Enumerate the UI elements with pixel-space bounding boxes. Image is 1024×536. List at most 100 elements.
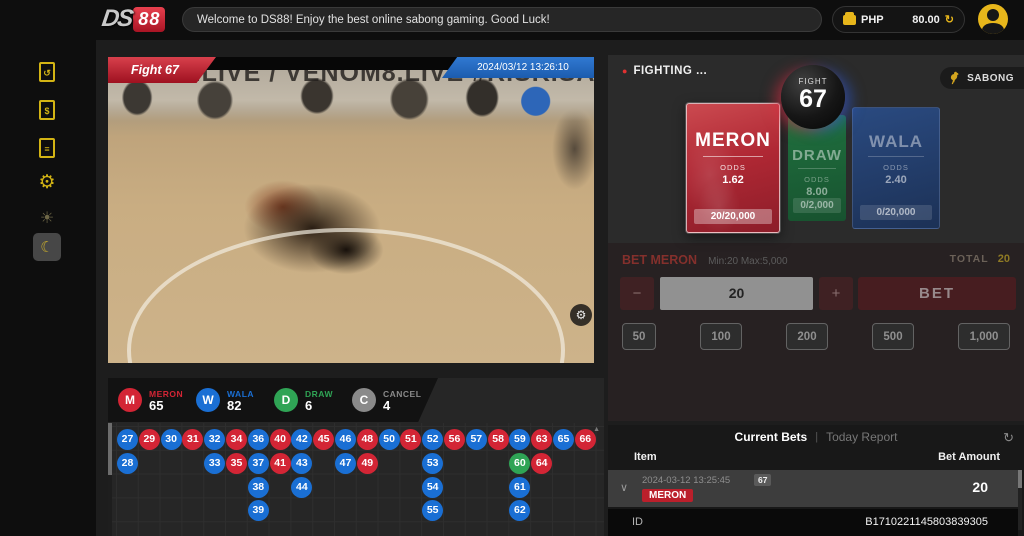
ds88-logo[interactable]: DS 88 — [102, 5, 165, 33]
cancel-count-icon: C — [352, 388, 376, 412]
bet-side-badge: MERON — [642, 489, 693, 502]
results-summary: M MERON 65 W WALA 82 D DRAW 6 C CANCEL 4 — [108, 378, 438, 422]
result-dot-41: 41 — [270, 453, 291, 474]
result-dot-61: 61 — [509, 477, 530, 498]
tab-current-bets[interactable]: Current Bets — [735, 430, 808, 444]
result-dot-38: 38 — [248, 477, 269, 498]
announcement-text: Welcome to DS88! Enjoy the best online s… — [197, 14, 550, 26]
bet-history-icon[interactable]: ↺ — [33, 58, 61, 86]
result-dot-50: 50 — [379, 429, 400, 450]
result-dot-62: 62 — [509, 500, 530, 521]
tab-divider: | — [815, 431, 818, 443]
bets-scrollbar[interactable] — [1018, 470, 1022, 530]
wala-pool: 0/20,000 — [860, 205, 932, 220]
light-theme-icon[interactable]: ☀ — [33, 204, 61, 232]
result-dot-37: 37 — [248, 453, 269, 474]
gear-glyph: ⚙ — [38, 171, 55, 194]
draw-count-value: 6 — [305, 400, 333, 411]
draw-bet-card[interactable]: DRAW ODDS 8.00 0/2,000 — [788, 115, 846, 221]
live-video-player[interactable]: UCUP4.LIVE / VENOM8.LIVE #RISKISAN Fight… — [108, 57, 594, 363]
result-dot-59: 59 — [509, 429, 530, 450]
fight-status: ● FIGHTING ... — [622, 65, 707, 77]
decrease-stake-button[interactable]: − — [620, 277, 654, 310]
bets-refresh-icon[interactable]: ↻ — [1003, 430, 1014, 446]
wala-bet-card[interactable]: WALA ODDS 2.40 0/20,000 — [852, 107, 940, 229]
results-grid: 2728293031323334353637383940414243444546… — [108, 423, 604, 536]
left-sidebar: ↺ $ ≡ ⚙ ☀ ☾ — [0, 40, 96, 536]
result-summary-3: C CANCEL 4 — [352, 388, 430, 412]
bet-controls: BET MERON Min:20 Max:5,000 TOTAL 20 − 20… — [608, 243, 1024, 421]
quick-bet-50[interactable]: 50 — [622, 323, 656, 350]
result-dot-58: 58 — [488, 429, 509, 450]
status-text: FIGHTING ... — [633, 65, 707, 77]
column-bet-amount: Bet Amount — [938, 451, 1000, 463]
wallet-icon — [843, 15, 856, 25]
game-rules-icon[interactable]: ≡ — [33, 134, 61, 162]
result-dot-39: 39 — [248, 500, 269, 521]
transaction-record-icon[interactable]: $ — [33, 96, 61, 124]
dark-theme-icon[interactable]: ☾ — [33, 233, 61, 261]
tab-today-report[interactable]: Today Report — [826, 430, 897, 444]
wala-count-value: 82 — [227, 400, 254, 411]
draw-pool: 0/2,000 — [793, 198, 842, 213]
wallet-amount: 80.00 — [912, 14, 940, 26]
bet-total: TOTAL 20 — [950, 253, 1010, 265]
bets-column-headers: Item Bet Amount — [608, 451, 1024, 469]
chevron-down-icon[interactable]: ∨ — [620, 481, 628, 494]
result-dot-36: 36 — [248, 429, 269, 450]
column-item: Item — [634, 451, 657, 463]
bet-amount-value: 20 — [972, 479, 988, 495]
result-dot-46: 46 — [335, 429, 356, 450]
draw-title: DRAW — [788, 147, 846, 164]
result-summary-2: D DRAW 6 — [274, 388, 352, 412]
bet-button[interactable]: BET — [858, 277, 1016, 310]
wallet-balance[interactable]: PHP 80.00 ↻ — [832, 6, 965, 33]
stake-input[interactable]: 20 — [660, 277, 813, 310]
result-dot-56: 56 — [444, 429, 465, 450]
result-summary-1: W WALA 82 — [196, 388, 274, 412]
result-dot-34: 34 — [226, 429, 247, 450]
stream-timestamp: 2024/03/12 13:26:10 — [442, 57, 594, 78]
quick-bet-1000[interactable]: 1,000 — [958, 323, 1010, 350]
stake-stepper: − 20 + BET — [608, 277, 1024, 310]
result-dot-45: 45 — [313, 429, 334, 450]
quick-bet-100[interactable]: 100 — [700, 323, 742, 350]
top-bar: DS 88 Welcome to DS88! Enjoy the best on… — [0, 0, 1024, 40]
announcement-banner: Welcome to DS88! Enjoy the best online s… — [182, 7, 822, 32]
result-dot-47: 47 — [335, 453, 356, 474]
game-type-badge: SABONG — [940, 67, 1024, 89]
grid-scroll-up-icon[interactable]: ▲ — [593, 426, 600, 433]
meron-count-icon: M — [118, 388, 142, 412]
bets-tabs: Current Bets | Today Report — [608, 425, 1024, 449]
cancel-count-value: 4 — [383, 400, 421, 411]
draw-odds-value: 8.00 — [788, 186, 846, 198]
video-gear-icon: ⚙ — [576, 308, 587, 322]
results-grid-scrollbar[interactable] — [108, 423, 112, 536]
quick-bet-500[interactable]: 500 — [872, 323, 914, 350]
draw-count-icon: D — [274, 388, 298, 412]
rooster-icon — [948, 71, 962, 85]
result-dot-55: 55 — [422, 500, 443, 521]
meron-bet-card[interactable]: MERON ODDS 1.62 20/20,000 — [686, 103, 780, 233]
balance-refresh-icon[interactable]: ↻ — [945, 13, 954, 26]
quick-bet-200[interactable]: 200 — [786, 323, 828, 350]
user-avatar[interactable] — [978, 4, 1008, 34]
increase-stake-button[interactable]: + — [819, 277, 853, 310]
bet-history-file-icon: ↺ — [39, 62, 55, 82]
meron-odds-value: 1.62 — [687, 174, 779, 186]
video-settings-button[interactable]: ⚙ — [570, 304, 592, 326]
result-dot-27: 27 — [117, 429, 138, 450]
bet-row[interactable]: ∨ 2024-03-12 13:25:45 67 MERON 20 — [608, 470, 1018, 507]
settings-gear-icon[interactable]: ⚙ — [33, 168, 61, 196]
result-summary-0: M MERON 65 — [118, 388, 196, 412]
result-dot-53: 53 — [422, 453, 443, 474]
status-dot-icon: ● — [622, 66, 627, 76]
app: DS 88 Welcome to DS88! Enjoy the best on… — [0, 0, 1024, 536]
result-dot-57: 57 — [466, 429, 487, 450]
bet-fight-number-badge: 67 — [754, 474, 771, 486]
result-dot-51: 51 — [400, 429, 421, 450]
sun-glyph: ☀ — [40, 208, 54, 228]
meron-count-value: 65 — [149, 400, 183, 411]
bet-side-label: BET MERON — [622, 253, 697, 267]
wala-odds-label: ODDS — [853, 163, 939, 172]
